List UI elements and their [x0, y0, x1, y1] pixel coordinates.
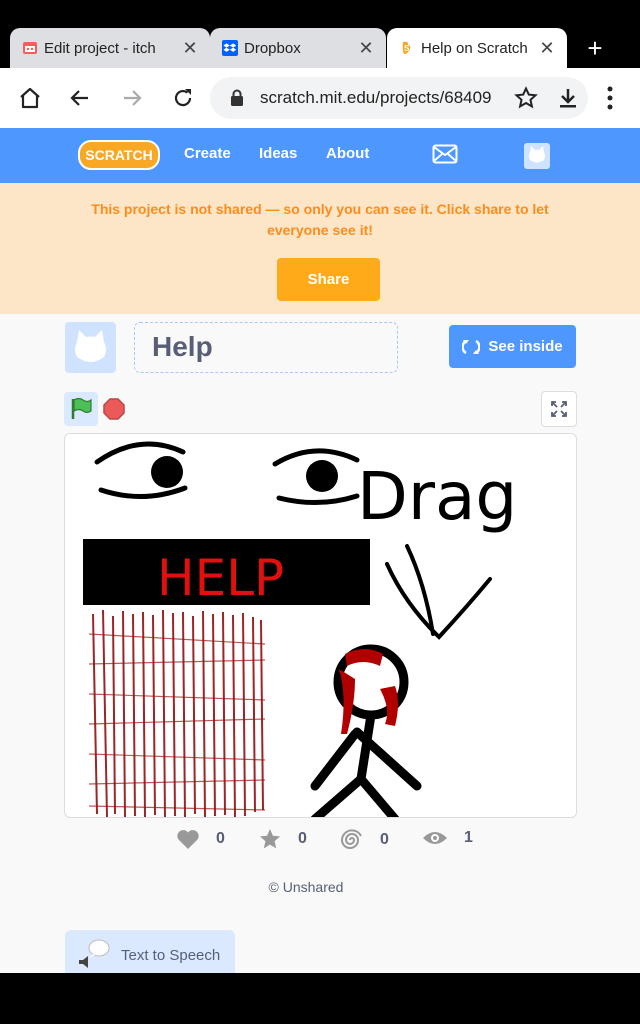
- see-inside-label: See inside: [488, 338, 563, 355]
- blood-scribble: [87, 609, 267, 817]
- lock-icon: [231, 89, 243, 106]
- browser-tab-strip: Edit project - itch ✕ Dropbox ✕ S Help o…: [0, 0, 640, 68]
- close-tab-icon[interactable]: ✕: [539, 38, 555, 59]
- share-status-label: Unshared: [282, 879, 344, 895]
- fullscreen-icon: [551, 401, 567, 417]
- close-tab-icon[interactable]: ✕: [182, 38, 198, 59]
- scratch-page: SCRATCH Create Ideas About This project …: [0, 128, 640, 973]
- back-button[interactable]: [66, 84, 94, 112]
- tab-edit-project-itch[interactable]: Edit project - itch ✕: [10, 28, 210, 68]
- stage-text-help: HELP: [157, 549, 284, 607]
- remix-arrows-icon: [462, 339, 481, 354]
- url-text[interactable]: scratch.mit.edu/projects/68409: [260, 88, 512, 108]
- svg-text:S: S: [404, 44, 410, 53]
- stage-text-drag: Drag: [357, 458, 517, 535]
- remix-spiral-icon: [340, 829, 362, 849]
- stick-figure-drawing: [310, 644, 422, 817]
- reload-button[interactable]: [169, 84, 197, 112]
- scratch-logo-text: SCRATCH: [85, 147, 152, 163]
- nav-ideas[interactable]: Ideas: [259, 145, 297, 162]
- views-count: 1: [464, 829, 473, 846]
- remixes-stat: 0: [340, 828, 389, 852]
- nav-about[interactable]: About: [326, 145, 369, 162]
- home-icon: [20, 87, 40, 109]
- download-icon[interactable]: [556, 86, 580, 110]
- project-stats: 0 0 0 1: [176, 828, 476, 858]
- close-tab-icon[interactable]: ✕: [358, 38, 374, 59]
- system-bottom-bar: [0, 973, 640, 1024]
- text-to-speech-label: Text to Speech: [121, 947, 221, 964]
- favorites-count: 0: [298, 830, 307, 847]
- dropbox-icon: [222, 40, 238, 56]
- messages-icon[interactable]: [432, 144, 458, 164]
- reload-icon: [174, 89, 192, 107]
- green-flag-button[interactable]: [64, 392, 98, 426]
- share-status: © Unshared: [0, 879, 612, 895]
- tab-title: Edit project - itch: [44, 39, 156, 57]
- left-eye-drawing: [94, 441, 188, 499]
- project-author-avatar[interactable]: [65, 322, 116, 373]
- home-button[interactable]: [16, 84, 44, 112]
- views-stat: 1: [422, 828, 473, 848]
- project-stage[interactable]: Drag HELP: [64, 433, 577, 818]
- address-bar[interactable]: scratch.mit.edu/projects/68409: [210, 77, 588, 119]
- bookmark-star-icon[interactable]: [514, 86, 538, 110]
- new-tab-button[interactable]: +: [580, 34, 610, 64]
- arrow-left-icon: [70, 90, 88, 106]
- eye-icon: [423, 832, 447, 844]
- tab-title: Dropbox: [244, 39, 301, 57]
- arrow-scribble: [385, 544, 492, 640]
- heart-icon: [177, 830, 199, 849]
- device-screen: Edit project - itch ✕ Dropbox ✕ S Help o…: [0, 0, 640, 1024]
- favorites-stat[interactable]: 0: [258, 828, 307, 850]
- project-title-field[interactable]: Help: [134, 322, 398, 373]
- copyright-icon: ©: [268, 879, 279, 895]
- user-avatar[interactable]: [524, 143, 550, 169]
- loves-count: 0: [216, 830, 225, 847]
- nav-create[interactable]: Create: [184, 145, 231, 162]
- remixes-count: 0: [380, 831, 389, 848]
- stop-sign-icon[interactable]: [103, 398, 125, 420]
- scratch-logo[interactable]: SCRATCH: [78, 140, 160, 170]
- fullscreen-button[interactable]: [541, 391, 577, 427]
- tab-help-on-scratch[interactable]: S Help on Scratch ✕: [387, 28, 567, 68]
- share-button[interactable]: Share: [277, 258, 380, 301]
- stage-drawing: Drag HELP: [83, 441, 517, 817]
- not-shared-banner: This project is not shared — so only you…: [0, 183, 640, 314]
- star-icon: [260, 829, 280, 849]
- scratch-navbar: SCRATCH Create Ideas About: [0, 128, 640, 183]
- itch-icon: [23, 42, 37, 54]
- speech-bubble-speaker-icon: [79, 939, 110, 968]
- more-options-icon[interactable]: [600, 84, 620, 112]
- right-eye-drawing: [272, 448, 360, 506]
- forward-button[interactable]: [118, 84, 146, 112]
- arrow-right-icon: [124, 90, 142, 106]
- banner-message: This project is not shared — so only you…: [91, 201, 549, 238]
- browser-toolbar: scratch.mit.edu/projects/68409: [0, 68, 640, 128]
- loves-stat[interactable]: 0: [176, 828, 225, 850]
- tab-dropbox[interactable]: Dropbox ✕: [210, 28, 386, 68]
- text-to-speech-extension-chip[interactable]: Text to Speech: [65, 930, 235, 973]
- tab-title: Help on Scratch: [421, 39, 528, 57]
- scratch-favicon: S: [402, 41, 411, 54]
- see-inside-button[interactable]: See inside: [449, 325, 576, 368]
- green-flag-icon: [71, 397, 92, 419]
